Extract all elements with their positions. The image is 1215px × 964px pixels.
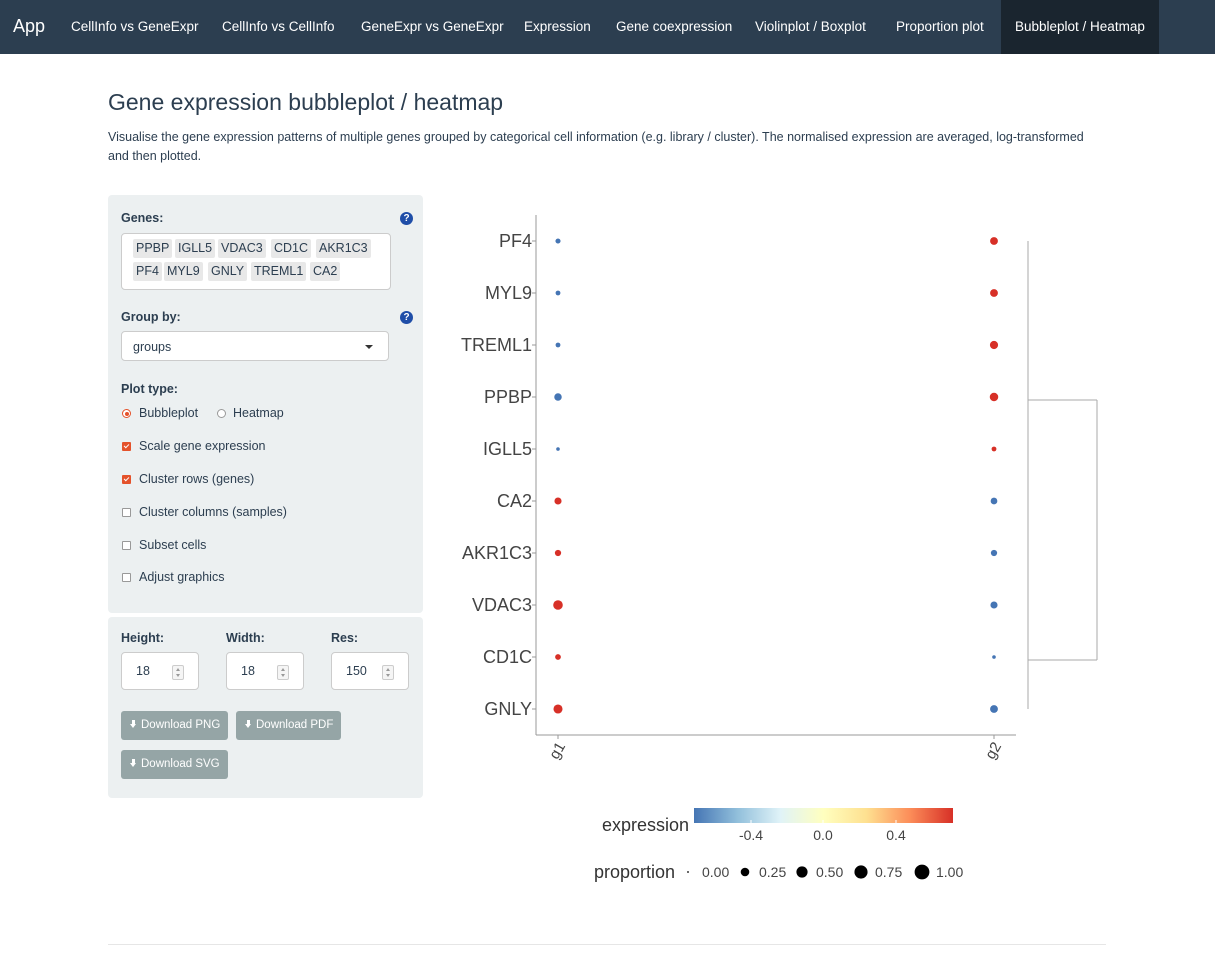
bubble-point: [990, 237, 998, 245]
colorbar-tick-label: 0.4: [886, 827, 906, 843]
y-tick-label: CD1C: [483, 647, 532, 667]
colorbar-tick-label: 0.0: [813, 827, 833, 843]
bubble-point: [554, 393, 562, 401]
footer-divider: [108, 944, 1106, 945]
bubble-point: [553, 704, 563, 714]
bubble-point: [554, 549, 562, 557]
bubbleplot-chart: PF4 MYL9 TREML1 PPBP IGLL5 CA2 AKR1C3 VDAC3 CD1C…: [461, 215, 1098, 882]
bubble-point: [555, 238, 561, 244]
x-tick-label: g1: [546, 739, 569, 762]
proportion-legend-label: 1.00: [936, 864, 963, 880]
y-tick-label: VDAC3: [472, 595, 532, 615]
bubble-point: [989, 392, 999, 402]
bubble-point: [991, 446, 997, 452]
proportion-legend-dot: [914, 864, 930, 880]
proportion-legend-dot: [796, 866, 808, 878]
y-tick-label: GNLY: [484, 699, 532, 719]
y-tick-label: IGLL5: [483, 439, 532, 459]
bubble-point: [555, 342, 561, 348]
bubble-point: [555, 290, 561, 296]
bubble-point: [553, 600, 563, 610]
bubble-point: [990, 289, 998, 297]
y-tick-label: MYL9: [485, 283, 532, 303]
expression-legend-title: expression: [602, 815, 689, 835]
y-tick-label: AKR1C3: [462, 543, 532, 563]
bubble-point: [990, 705, 998, 713]
proportion-legend-label: 0.75: [875, 864, 902, 880]
y-tick-label: PF4: [499, 231, 532, 251]
bubble-point: [990, 497, 998, 505]
bubble-point: [990, 549, 998, 557]
proportion-legend-label: 0.25: [759, 864, 786, 880]
proportion-legend-label: 0.50: [816, 864, 843, 880]
x-tick-label: g2: [982, 739, 1005, 762]
bubble-point: [554, 497, 562, 505]
bubble-point: [990, 601, 998, 609]
y-tick-label: CA2: [497, 491, 532, 511]
bubble-point: [989, 340, 999, 350]
proportion-legend-dot: [854, 865, 868, 879]
bubble-point: [555, 654, 561, 660]
bubble-point: [992, 655, 996, 659]
y-tick-label: PPBP: [484, 387, 532, 407]
proportion-legend-title: proportion: [594, 862, 675, 882]
y-tick-label: TREML1: [461, 335, 532, 355]
bubble-point: [556, 447, 560, 451]
proportion-legend-dot: [687, 871, 689, 873]
proportion-legend-dot: [740, 867, 750, 877]
proportion-legend-label: 0.00: [702, 864, 729, 880]
colorbar-tick-label: -0.4: [739, 827, 763, 843]
